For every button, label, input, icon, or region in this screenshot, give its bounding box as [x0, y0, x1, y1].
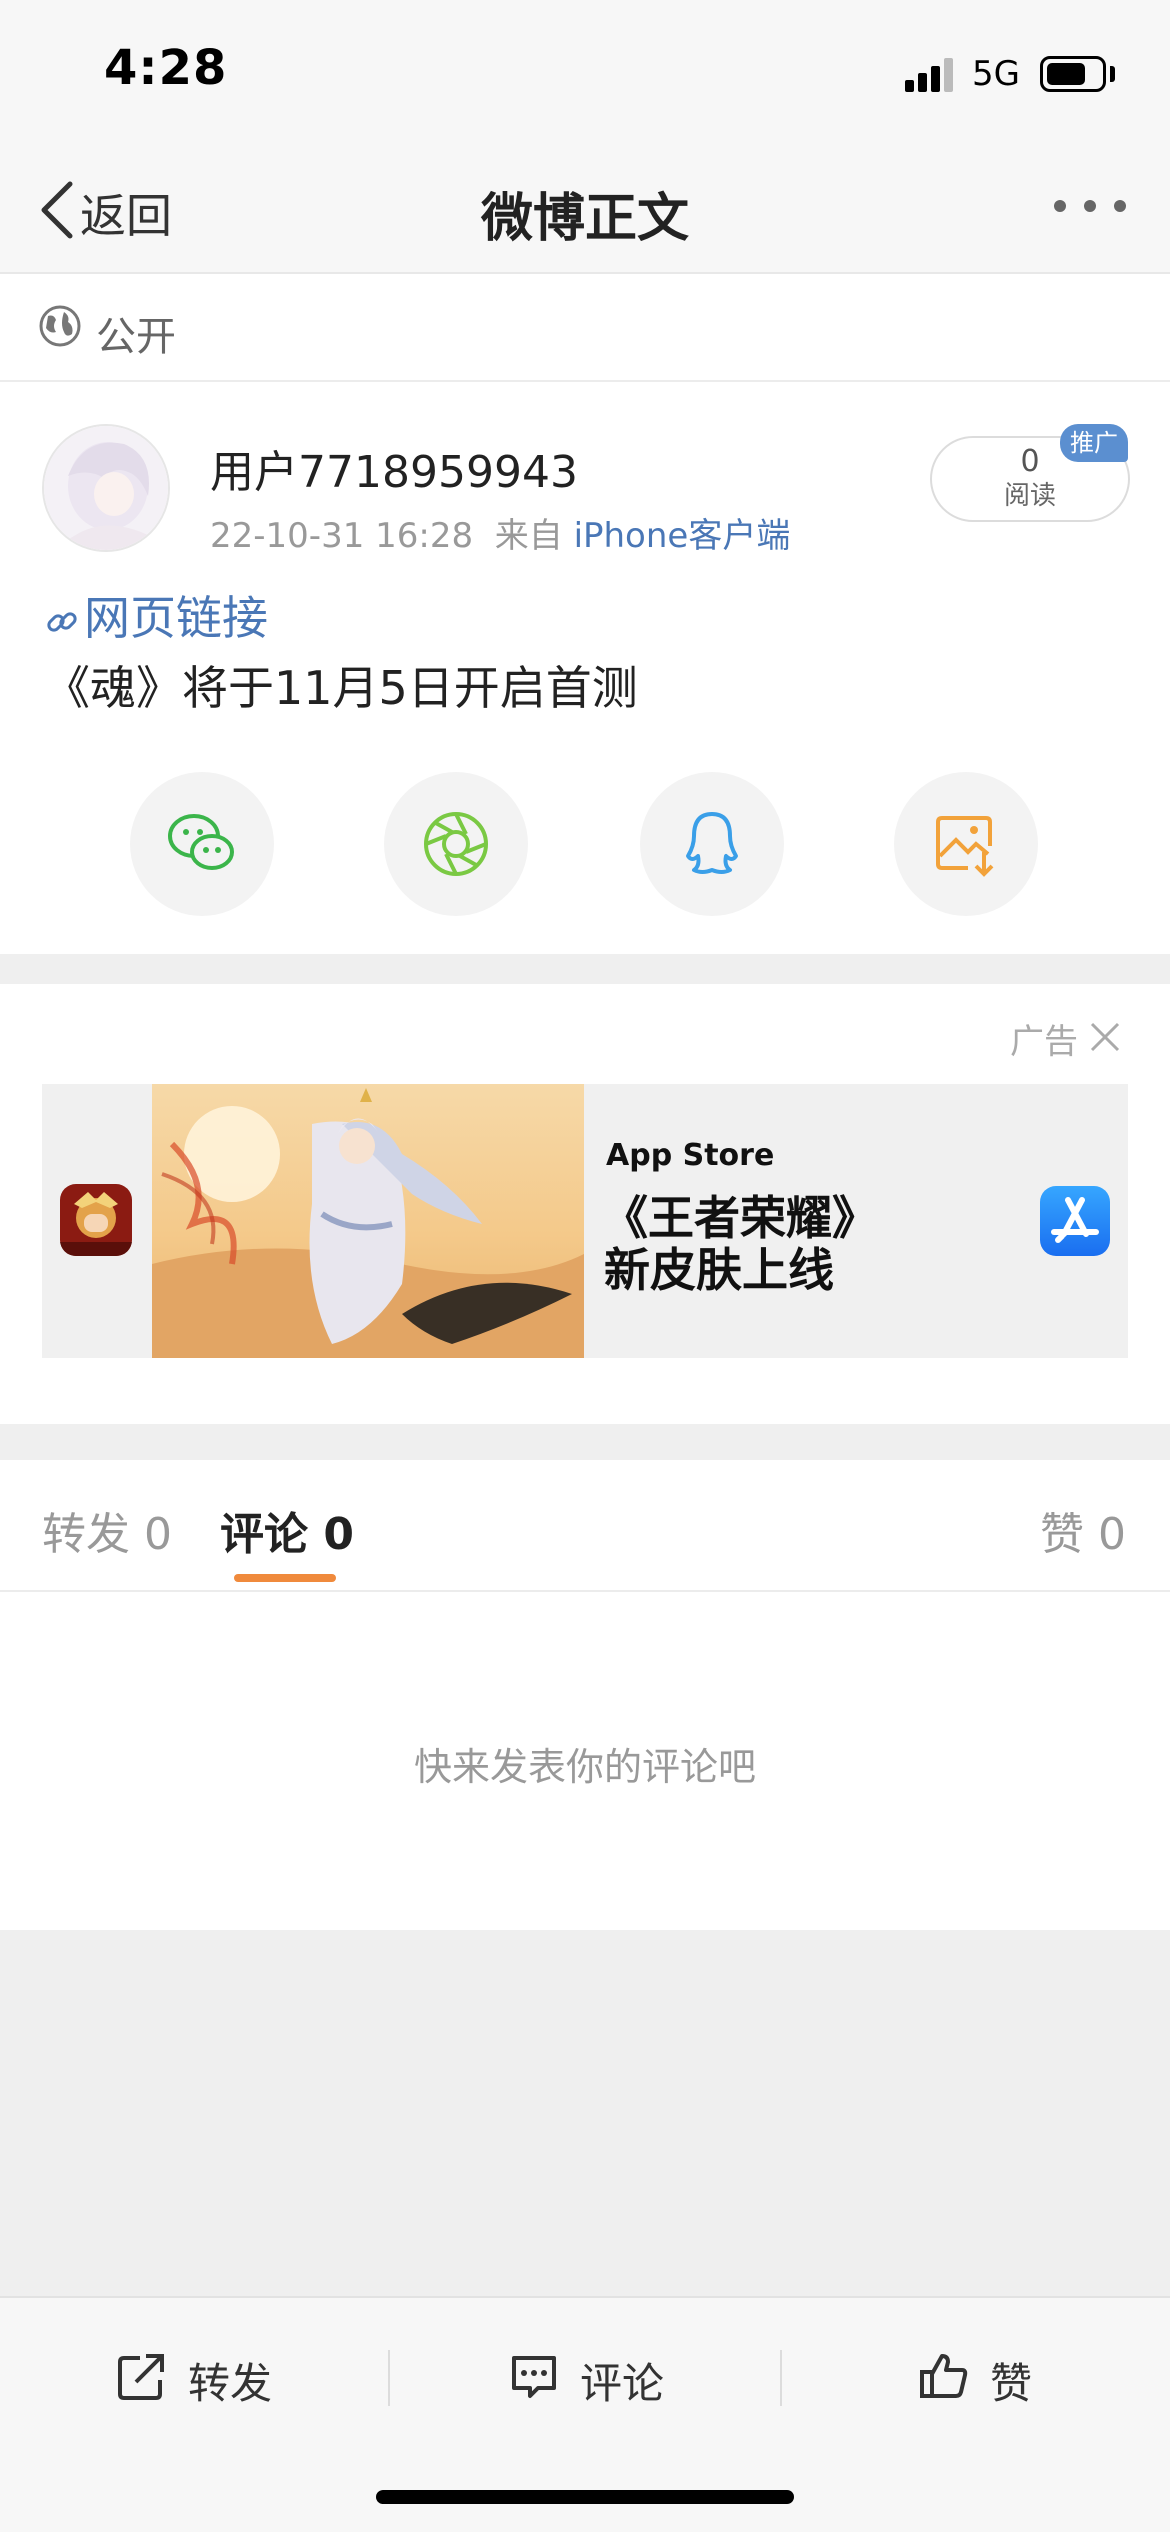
ad-label: 广告 — [1010, 1022, 1078, 1062]
repost-icon — [118, 2354, 164, 2400]
post-text: 《魂》将于11月5日开启首测 — [44, 661, 638, 715]
section-divider — [0, 954, 1170, 984]
share-moments-button[interactable] — [384, 772, 528, 916]
toolbar-divider — [388, 2350, 390, 2406]
tab-comment[interactable]: 评论 0 — [220, 1498, 354, 1562]
app-store-icon — [1040, 1186, 1110, 1256]
network-type: 5G — [972, 54, 1020, 94]
like-label: 赞 — [990, 2359, 1033, 2408]
avatar-image — [44, 426, 168, 550]
post-timestamp: 22-10-31 16:28 — [210, 516, 474, 556]
ad-artwork — [152, 1084, 584, 1358]
tab-active-indicator — [234, 1574, 336, 1582]
like-button[interactable]: 赞 — [918, 2336, 1058, 2416]
read-label: 阅读 — [1003, 481, 1056, 511]
battery-tip — [1110, 66, 1115, 82]
thumbs-up-icon — [920, 2354, 968, 2398]
repost-button[interactable]: 转发 — [116, 2336, 286, 2416]
source-prefix: 来自 — [494, 516, 563, 556]
source-client[interactable]: iPhone客户端 — [574, 516, 791, 556]
signal-bars-icon — [905, 58, 955, 92]
link-icon — [47, 611, 77, 632]
moments-icon — [424, 812, 488, 876]
comment-icon — [512, 2356, 556, 2398]
repost-label: 转发 — [188, 2359, 273, 2408]
tab-repost[interactable]: 转发 0 — [42, 1498, 172, 1562]
page-title: 微博正文 — [480, 189, 689, 249]
username[interactable]: 用户7718959943 — [210, 436, 578, 500]
post-meta: 22-10-31 16:28 来自 iPhone客户端 — [210, 508, 790, 557]
visibility-label: 公开 — [96, 314, 176, 360]
home-indicator[interactable] — [376, 2490, 794, 2504]
avatar[interactable] — [42, 424, 170, 552]
visibility-row: 公开 — [0, 274, 1170, 382]
tab-like[interactable]: 赞 0 — [1040, 1498, 1126, 1562]
share-qq-button[interactable] — [640, 772, 784, 916]
section-divider — [0, 1424, 1170, 1460]
more-dots-icon[interactable] — [1054, 200, 1134, 214]
ad-banner[interactable]: App Store 《王者荣耀》 新皮肤上线 — [42, 1084, 1128, 1358]
comment-label: 评论 — [580, 2359, 665, 2408]
save-image-icon — [936, 816, 994, 877]
battery-icon — [1040, 56, 1106, 92]
globe-icon — [39, 305, 81, 347]
qq-icon — [686, 812, 738, 874]
status-time: 4:28 — [104, 40, 228, 96]
save-image-button[interactable] — [894, 772, 1038, 916]
empty-comments-text: 快来发表你的评论吧 — [413, 1745, 756, 1789]
ad-title-line2: 新皮肤上线 — [604, 1243, 834, 1297]
share-wechat-button[interactable] — [130, 772, 274, 916]
web-link[interactable]: 网页链接 — [44, 582, 268, 648]
ad-store-name: App Store — [606, 1138, 775, 1173]
page-background — [0, 1930, 1170, 2296]
interaction-tabs: 转发 0 评论 0 赞 0 — [0, 1460, 1170, 1592]
promo-badge[interactable]: 推广 — [1060, 424, 1128, 462]
comment-button[interactable]: 评论 — [508, 2336, 678, 2416]
nav-bar: 返回 微博正文 — [0, 140, 1170, 274]
web-link-label: 网页链接 — [84, 591, 268, 645]
game-app-icon — [60, 1184, 132, 1256]
toolbar-divider — [780, 2350, 782, 2406]
wechat-icon — [168, 814, 234, 870]
close-icon[interactable] — [1088, 1020, 1122, 1054]
status-bar: 4:28 5G — [0, 0, 1170, 140]
